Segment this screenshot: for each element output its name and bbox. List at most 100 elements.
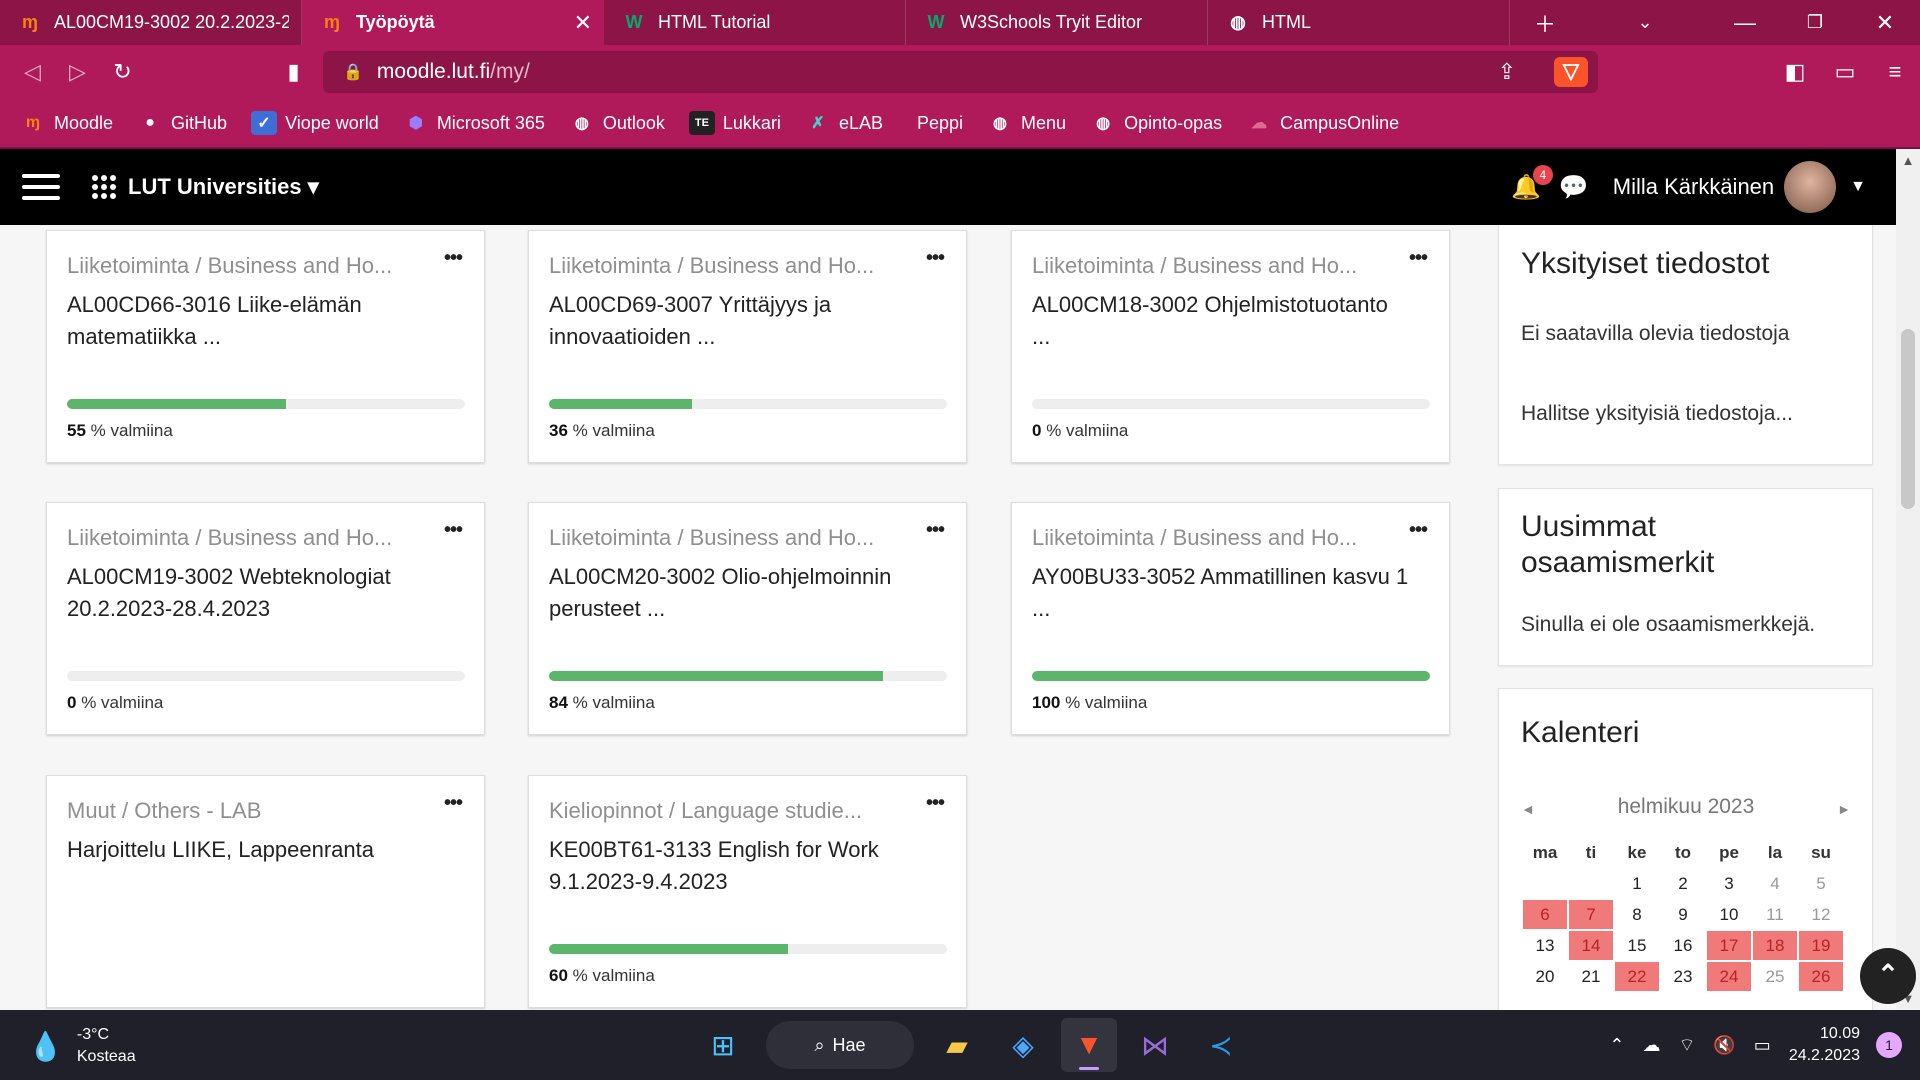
calendar-day[interactable]: 7	[1569, 900, 1613, 929]
visual-studio-icon[interactable]: ⋈	[1127, 1018, 1183, 1072]
bookmark-campusonline[interactable]: ☁ CampusOnline	[1246, 111, 1399, 135]
browser-tab-active[interactable]: ɱ Työpöytä ✕	[302, 0, 604, 45]
course-actions-icon[interactable]: •••	[444, 519, 463, 542]
calendar-day[interactable]: 22	[1615, 962, 1659, 991]
calendar-day[interactable]: 1	[1615, 869, 1659, 898]
calendar-day[interactable]: 15	[1615, 931, 1659, 960]
bookmark-menu[interactable]: ◍ Menu	[987, 111, 1066, 135]
minimize-icon[interactable]: —	[1710, 10, 1780, 36]
course-actions-icon[interactable]: •••	[444, 247, 463, 270]
sidebar-toggle-icon[interactable]: ◧	[1770, 59, 1820, 85]
course-card[interactable]: Kieliopinnot / Language studie... ••• KE00…	[528, 775, 967, 1008]
bookmark-outlook[interactable]: ◍ Outlook	[569, 111, 665, 135]
calendar-day[interactable]: 23	[1661, 962, 1705, 991]
next-month-icon[interactable]: ►	[1837, 795, 1851, 823]
restore-icon[interactable]: ❐	[1780, 12, 1850, 33]
avatar[interactable]	[1784, 161, 1837, 213]
apps-grid-icon[interactable]	[92, 175, 116, 199]
bookmark-opinto-opas[interactable]: ◍ Opinto-opas	[1090, 111, 1222, 135]
bookmark-elab[interactable]: ✗ eLAB	[805, 111, 883, 135]
course-actions-icon[interactable]: •••	[1409, 247, 1428, 270]
tab-search-icon[interactable]: ⌄	[1580, 12, 1710, 33]
volume-muted-icon[interactable]: 🔇	[1713, 1035, 1735, 1056]
course-name[interactable]: KE00BT61-3133 English for Work 9.1.2023-…	[549, 834, 929, 898]
calendar-day[interactable]: 9	[1661, 900, 1705, 929]
battery-icon[interactable]: ▭	[1754, 1035, 1771, 1056]
course-name[interactable]: Harjoittelu LIIKE, Lappeenranta	[67, 834, 447, 866]
windows-start-icon[interactable]: ⊞	[695, 1018, 751, 1072]
calendar-day[interactable]: 8	[1615, 900, 1659, 929]
calendar-day[interactable]: 25	[1753, 962, 1797, 991]
close-tab-icon[interactable]: ✕	[574, 10, 592, 36]
course-card[interactable]: Liiketoiminta / Business and Ho... ••• AL0…	[46, 230, 485, 463]
course-card[interactable]: Liiketoiminta / Business and Ho... ••• AL0…	[46, 502, 485, 735]
course-card[interactable]: Liiketoiminta / Business and Ho... ••• AL0…	[528, 230, 967, 463]
scrollbar-thumb[interactable]	[1901, 329, 1915, 509]
scroll-up-icon[interactable]: ▲	[1896, 153, 1920, 168]
course-name[interactable]: AL00CD66-3016 Liike-elämän matematiikka …	[67, 289, 447, 353]
brave-shields-icon[interactable]: ▽	[1554, 57, 1588, 87]
hamburger-menu-icon[interactable]	[22, 167, 60, 207]
course-card[interactable]: Liiketoiminta / Business and Ho... ••• AL0…	[528, 502, 967, 735]
calendar-day[interactable]: 10	[1707, 900, 1751, 929]
calendar-day[interactable]: 24	[1707, 962, 1751, 991]
course-actions-icon[interactable]: •••	[926, 519, 945, 542]
calendar-day[interactable]: 4	[1753, 869, 1797, 898]
course-actions-icon[interactable]: •••	[1409, 519, 1428, 542]
bookmark-moodle[interactable]: ɱ Moodle	[20, 111, 113, 135]
back-to-top-button[interactable]: ⌃	[1860, 948, 1916, 1004]
bookmark-peppi[interactable]: Peppi	[917, 113, 963, 134]
bookmark-lukkari[interactable]: TE Lukkari	[688, 111, 781, 135]
manage-files-link[interactable]: Hallitse yksityisiä tiedostoja...	[1521, 402, 1793, 426]
calendar-day[interactable]: 26	[1799, 962, 1843, 991]
calendar-day[interactable]: 11	[1753, 900, 1797, 929]
reload-icon[interactable]: ↻	[100, 59, 145, 85]
course-card[interactable]: Liiketoiminta / Business and Ho... ••• AL0…	[1011, 230, 1450, 463]
course-name[interactable]: AL00CM18-3002 Ohjelmistotuotanto ...	[1032, 289, 1412, 353]
bookmark-microsoft365[interactable]: ⬢ Microsoft 365	[403, 111, 545, 135]
course-name[interactable]: AL00CM20-3002 Olio-ohjelmoinnin perustee…	[549, 561, 929, 625]
calendar-day[interactable]: 18	[1753, 931, 1797, 960]
close-window-icon[interactable]: ✕	[1850, 10, 1920, 36]
calendar-day[interactable]: 5	[1799, 869, 1843, 898]
onedrive-cloud-icon[interactable]: ☁	[1642, 1035, 1660, 1056]
chevron-up-icon[interactable]: ⌃	[1609, 1035, 1624, 1056]
browser-tab[interactable]: ɱ AL00CM19-3002 20.2.2023-28.4.2023	[0, 0, 302, 45]
calendar-day[interactable]: 16	[1661, 931, 1705, 960]
calendar-day[interactable]: 21	[1569, 962, 1613, 991]
bookmark-icon[interactable]: ▮	[271, 59, 316, 85]
notification-center-badge[interactable]: 1	[1876, 1032, 1902, 1058]
calendar-day[interactable]: 3	[1707, 869, 1751, 898]
course-name[interactable]: AL00CD69-3007 Yrittäjyys ja innovaatioid…	[549, 289, 929, 353]
calendar-day[interactable]: 20	[1523, 962, 1567, 991]
calendar-day[interactable]: 6	[1523, 900, 1567, 929]
course-name[interactable]: AY00BU33-3052 Ammatillinen kasvu 1 ...	[1032, 561, 1412, 625]
browser-tab[interactable]: W HTML Tutorial	[604, 0, 906, 45]
course-actions-icon[interactable]: •••	[926, 247, 945, 270]
prev-month-icon[interactable]: ◄	[1521, 795, 1535, 823]
forward-icon[interactable]: ▷	[55, 59, 100, 85]
menu-icon[interactable]: ≡	[1870, 59, 1920, 85]
brave-browser-icon[interactable]: ▼	[1061, 1018, 1117, 1072]
calendar-day[interactable]: 19	[1799, 931, 1843, 960]
calendar-day[interactable]: 2	[1661, 869, 1705, 898]
back-icon[interactable]: ◁	[10, 59, 55, 85]
address-bar[interactable]: 🔒 moodle.lut.fi/my/ ⇪ ▽	[323, 51, 1598, 93]
vscode-icon[interactable]: ≺	[1193, 1018, 1249, 1072]
system-clock[interactable]: 10.09 24.2.2023	[1789, 1023, 1860, 1067]
weather-widget[interactable]: 💧 -3°C Kosteaa	[28, 1024, 136, 1068]
wifi-icon[interactable]: ⌔	[1678, 1034, 1695, 1057]
course-name[interactable]: AL00CM19-3002 Webteknologiat 20.2.2023-2…	[67, 561, 447, 625]
page-scrollbar[interactable]: ▲ ▼	[1896, 149, 1920, 1010]
messages-icon[interactable]: 💬	[1559, 173, 1589, 202]
bookmark-github[interactable]: ● GitHub	[137, 111, 227, 135]
bookmark-viope[interactable]: ✓ Viope world	[251, 111, 379, 135]
calendar-day[interactable]: 17	[1707, 931, 1751, 960]
notification-bell-icon[interactable]: 🔔 4	[1511, 164, 1553, 202]
course-card[interactable]: Liiketoiminta / Business and Ho... ••• AY0…	[1011, 502, 1450, 735]
copilot-icon[interactable]: ◈	[995, 1018, 1051, 1072]
new-tab-icon[interactable]: ＋	[1510, 7, 1580, 39]
browser-tab[interactable]: W W3Schools Tryit Editor	[906, 0, 1208, 45]
calendar-day[interactable]: 12	[1799, 900, 1843, 929]
course-card[interactable]: Muut / Others - LAB ••• Harjoittelu LIIKE,…	[46, 775, 485, 1008]
